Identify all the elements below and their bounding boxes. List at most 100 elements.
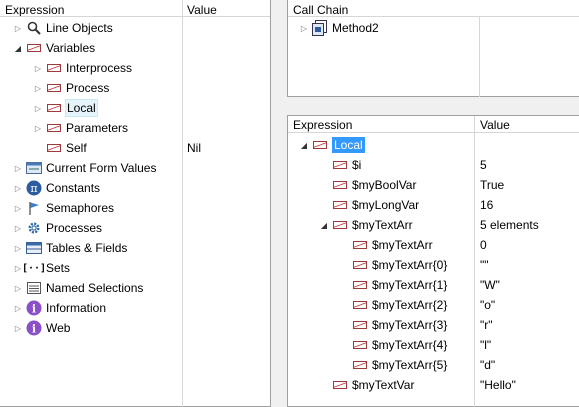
expand-arrow-icon[interactable]: ▷ bbox=[12, 322, 24, 334]
detail-item-value: "l" bbox=[480, 338, 492, 352]
variable-icon bbox=[46, 60, 62, 76]
info-icon: i bbox=[26, 320, 42, 336]
tree-item-label: Named Selections bbox=[46, 281, 144, 295]
detail-item-value: "Hello" bbox=[480, 378, 516, 392]
variable-icon bbox=[332, 377, 348, 393]
horizontal-splitter[interactable] bbox=[287, 97, 579, 115]
detail-item[interactable]: $myTextArr{3} bbox=[338, 315, 447, 335]
variable-icon bbox=[332, 157, 348, 173]
detail-item[interactable]: $myTextArr bbox=[338, 235, 433, 255]
tree-item-constants[interactable]: ▷ π Constants bbox=[12, 178, 100, 198]
detail-item-value: 5 elements bbox=[480, 218, 539, 232]
tree-item-sets[interactable]: ▷ [··] Sets bbox=[12, 258, 70, 278]
detail-item-label: $myTextArr{0} bbox=[372, 258, 448, 272]
variable-icon bbox=[26, 40, 42, 56]
detail-item[interactable]: $i bbox=[318, 155, 361, 175]
pi-icon: π bbox=[26, 180, 42, 196]
variable-icon bbox=[46, 140, 62, 156]
variable-icon bbox=[312, 137, 328, 153]
tree-item-web[interactable]: ▷ i Web bbox=[12, 318, 70, 338]
tree-item-parameters[interactable]: ▷ Parameters bbox=[32, 118, 128, 138]
column-header-value[interactable]: Value bbox=[480, 118, 510, 132]
expand-arrow-icon[interactable]: ▷ bbox=[32, 82, 44, 94]
detail-item-label: $myTextArr{2} bbox=[372, 298, 448, 312]
collapse-arrow-icon[interactable]: ◢ bbox=[318, 219, 330, 231]
detail-item-label: $myTextArr{1} bbox=[372, 278, 448, 292]
tree-item-label: Self bbox=[66, 141, 87, 155]
header-separator bbox=[288, 16, 579, 17]
expand-arrow-icon[interactable]: ▷ bbox=[32, 102, 44, 114]
detail-item[interactable]: $myTextVar bbox=[318, 375, 414, 395]
detail-item-label: $myTextArr bbox=[372, 238, 433, 252]
tree-item-label: Local bbox=[65, 99, 98, 117]
detail-item-value: "W" bbox=[480, 278, 500, 292]
detail-item-label: $myBoolVar bbox=[352, 178, 417, 192]
tree-item-named-selections[interactable]: ▷ Named Selections bbox=[12, 278, 143, 298]
detail-item-value: "d" bbox=[480, 358, 496, 372]
tree-item-current-form-values[interactable]: ▷ Current Form Values bbox=[12, 158, 157, 178]
variable-icon bbox=[332, 217, 348, 233]
detail-item[interactable]: $myTextArr{0} bbox=[338, 255, 447, 275]
column-header-value[interactable]: Value bbox=[187, 3, 217, 17]
detail-item-value: "o" bbox=[480, 298, 496, 312]
tree-item-label: Line Objects bbox=[46, 21, 113, 35]
tree-item-process[interactable]: ▷ Process bbox=[32, 78, 109, 98]
variable-icon bbox=[46, 120, 62, 136]
tree-item-information[interactable]: ▷ i Information bbox=[12, 298, 106, 318]
detail-item[interactable]: $myTextArr{5} bbox=[338, 355, 447, 375]
detail-item-local[interactable]: ◢ Local bbox=[298, 135, 365, 155]
variable-icon bbox=[352, 337, 368, 353]
form-icon bbox=[26, 160, 42, 176]
detail-item-array[interactable]: ◢ $myTextArr bbox=[318, 215, 413, 235]
expand-arrow-icon[interactable]: ▷ bbox=[32, 122, 44, 134]
tree-item-tables-fields[interactable]: ▷ Tables & Fields bbox=[12, 238, 127, 258]
tree-item-processes[interactable]: ▷ Processes bbox=[12, 218, 102, 238]
detail-item[interactable]: $myLongVar bbox=[318, 195, 419, 215]
tree-item-label: Interprocess bbox=[66, 61, 133, 75]
expand-arrow-icon[interactable]: ▷ bbox=[12, 162, 24, 174]
svg-text:i: i bbox=[32, 323, 36, 336]
detail-item-label: $myTextArr bbox=[352, 218, 413, 232]
detail-item[interactable]: $myTextArr{1} bbox=[338, 275, 447, 295]
tree-item-interprocess[interactable]: ▷ Interprocess bbox=[32, 58, 132, 78]
expand-arrow-icon[interactable]: ▷ bbox=[32, 62, 44, 74]
detail-item-value: 16 bbox=[480, 198, 494, 212]
expand-arrow-icon[interactable]: ▷ bbox=[12, 202, 24, 214]
detail-item-value: "" bbox=[480, 258, 489, 272]
expression-tree-panel[interactable]: Expression Value ▷ Line Objects ◢ Variab… bbox=[0, 0, 271, 407]
column-header-expression[interactable]: Expression bbox=[5, 3, 64, 17]
call-chain-item-method2[interactable]: ▷ Method2 bbox=[298, 18, 379, 38]
tree-item-label: Processes bbox=[46, 221, 103, 235]
tree-item-line-objects[interactable]: ▷ Line Objects bbox=[12, 18, 113, 38]
collapse-arrow-icon[interactable]: ◢ bbox=[298, 139, 310, 151]
variable-icon bbox=[352, 297, 368, 313]
table-icon bbox=[26, 240, 42, 256]
expand-arrow-icon[interactable]: ▷ bbox=[12, 182, 24, 194]
expand-arrow-icon[interactable]: ▷ bbox=[12, 242, 24, 254]
collapse-arrow-icon[interactable]: ◢ bbox=[12, 42, 24, 54]
call-chain-panel[interactable]: Call Chain ▷ Method2 bbox=[287, 0, 579, 97]
expand-arrow-icon[interactable]: ▷ bbox=[12, 222, 24, 234]
tree-item-label: Variables bbox=[46, 41, 96, 55]
tree-item-self[interactable]: Self bbox=[32, 138, 87, 158]
tree-item-variables[interactable]: ◢ Variables bbox=[12, 38, 95, 58]
detail-item-label: $myTextArr{4} bbox=[372, 338, 448, 352]
tree-item-label: Sets bbox=[46, 261, 71, 275]
header-separator bbox=[288, 132, 579, 133]
expand-arrow-icon[interactable]: ▷ bbox=[12, 22, 24, 34]
variable-icon bbox=[352, 317, 368, 333]
vertical-splitter[interactable] bbox=[271, 0, 287, 407]
column-header-expression[interactable]: Expression bbox=[293, 118, 352, 132]
detail-item[interactable]: $myTextArr{4} bbox=[338, 335, 447, 355]
expand-arrow-icon[interactable]: ▷ bbox=[298, 22, 310, 34]
detail-item-value: "r" bbox=[480, 318, 493, 332]
expand-arrow-icon[interactable]: ▷ bbox=[12, 282, 24, 294]
detail-item[interactable]: $myBoolVar bbox=[318, 175, 416, 195]
variable-icon bbox=[352, 277, 368, 293]
tree-item-semaphores[interactable]: ▷ Semaphores bbox=[12, 198, 114, 218]
detail-item[interactable]: $myTextArr{2} bbox=[338, 295, 447, 315]
variable-detail-panel[interactable]: Expression Value ◢ Local $i 5 $myBoolVar… bbox=[287, 115, 579, 407]
expand-arrow-icon[interactable]: ▷ bbox=[12, 302, 24, 314]
tree-item-local[interactable]: ▷ Local bbox=[32, 98, 98, 118]
tree-item-label: Constants bbox=[46, 181, 101, 195]
